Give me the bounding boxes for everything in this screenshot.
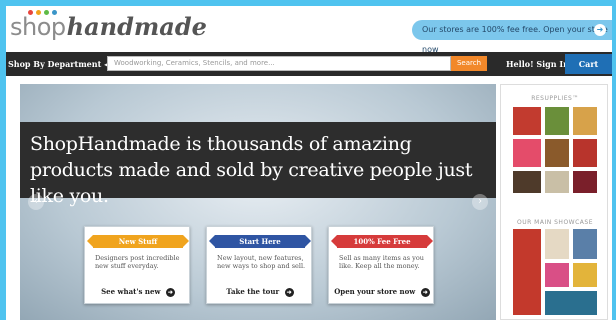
ribbon-banner: Start Here [209,235,311,248]
ribbon-label: 100% Fee Free [353,237,411,246]
shop-by-department-menu[interactable]: Shop By Department ◂ [8,52,108,76]
hero-carousel: ShopHandmade is thousands of amazing pro… [20,84,496,320]
feature-card-new-stuff[interactable]: New Stuff Designers post incredible new … [84,226,190,304]
chevron-right-icon: › [478,196,482,207]
product-thumbnail[interactable] [545,171,569,193]
carousel-next-button[interactable]: › [472,194,488,210]
product-thumbnail[interactable] [573,171,597,193]
nav-bar: Shop By Department ◂ Woodworking, Cerami… [6,52,612,76]
product-thumbnail[interactable] [513,171,541,193]
site-header: shop handmade Our stores are 100% fee fr… [6,6,612,54]
logo-handmade-text: handmade [66,12,207,41]
card-description: New layout, new features, new ways to sh… [217,254,306,270]
carousel-prev-button[interactable]: ‹ [28,194,44,210]
product-thumbnail[interactable] [513,139,541,167]
arrow-right-icon: ➜ [420,287,430,297]
arrow-right-icon: ➜ [594,24,606,36]
product-thumbnail[interactable] [545,291,597,315]
arrow-right-icon: ➜ [165,287,175,297]
cart-button[interactable]: Cart [565,54,612,74]
open-your-store-link[interactable]: Open your store now ➜ [329,287,435,297]
ribbon-banner: New Stuff [87,235,189,248]
product-thumbnail[interactable] [513,107,541,135]
product-thumbnail[interactable] [545,107,569,135]
card-description: Designers post incredible new stuff ever… [95,254,180,270]
site-logo[interactable]: shop handmade [10,12,207,46]
product-thumbnail[interactable] [545,229,569,259]
promo-text: Our stores are 100% fee free. Open your … [422,25,608,54]
take-the-tour-link[interactable]: Take the tour ➜ [207,287,313,297]
product-thumbnail[interactable] [573,139,597,167]
product-thumbnail[interactable] [573,107,597,135]
sidebar-showcase: RESUPPLIES™ OUR MAIN SHOWCASE [500,84,608,320]
resupplies-title: RESUPPLIES™ [531,95,579,102]
card-description: Sell as many items as you like. Keep all… [339,254,424,270]
search-input[interactable]: Woodworking, Ceramics, Stencils, and mor… [107,56,451,71]
search-button[interactable]: Search [451,56,487,71]
product-thumbnail[interactable] [513,229,541,315]
feature-card-start-here[interactable]: Start Here New layout, new features, new… [206,226,312,304]
arrow-right-icon: ➜ [284,287,294,297]
ribbon-label: Start Here [239,237,281,246]
page: shop handmade Our stores are 100% fee fr… [6,6,612,320]
card-link-label: Open your store now [334,287,416,296]
product-thumbnail[interactable] [573,229,597,259]
feature-card-fee-free[interactable]: 100% Fee Free Sell as many items as you … [328,226,434,304]
chevron-left-icon: ‹ [34,196,38,207]
card-link-label: Take the tour [226,287,280,296]
card-link-label: See what's new [101,287,161,296]
ribbon-banner: 100% Fee Free [331,235,433,248]
product-thumbnail[interactable] [545,263,569,287]
ribbon-label: New Stuff [118,237,158,246]
promo-banner[interactable]: Our stores are 100% fee free. Open your … [412,20,612,54]
see-whats-new-link[interactable]: See what's new ➜ [85,287,191,297]
showcase-title: OUR MAIN SHOWCASE [516,219,593,226]
hero-headline: ShopHandmade is thousands of amazing pro… [30,133,473,207]
product-thumbnail[interactable] [545,139,569,167]
logo-shop-text: shop [10,13,66,41]
product-thumbnail[interactable] [573,263,597,287]
